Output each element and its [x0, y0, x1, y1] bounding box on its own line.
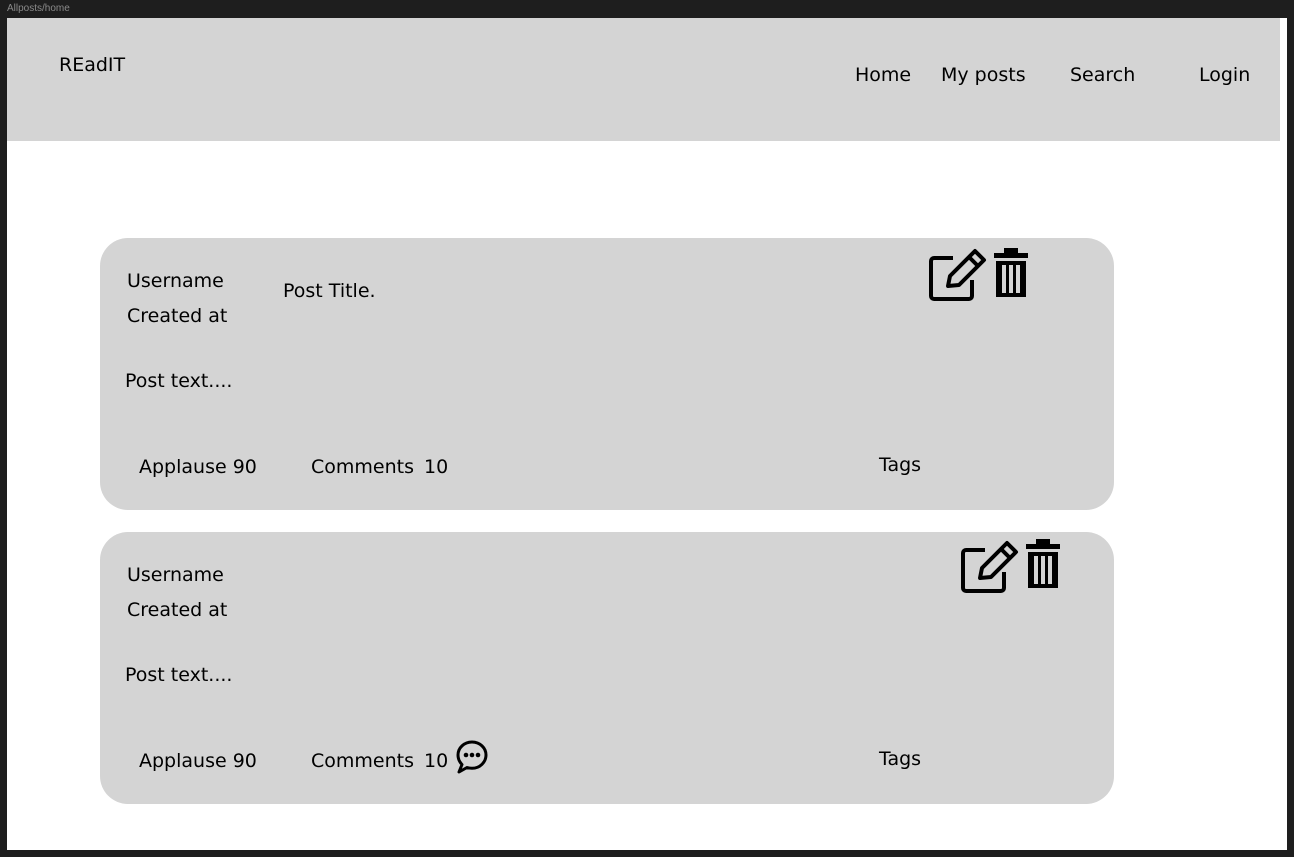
applause-count[interactable]: Applause 90 [139, 750, 257, 772]
trash-icon[interactable] [993, 248, 1029, 298]
comments-count: 10 [424, 456, 449, 478]
trash-icon[interactable] [1025, 539, 1061, 589]
edit-icon[interactable] [961, 540, 1019, 594]
post-text: Post text.... [125, 370, 233, 392]
comment-bubble-icon[interactable] [456, 740, 488, 774]
page: REadIT Home My posts Search Login Userna… [7, 18, 1287, 850]
tags-label[interactable]: Tags [879, 748, 921, 770]
frame-title: Allposts/home [7, 3, 70, 14]
comments-label[interactable]: Comments [311, 456, 414, 478]
comments-count: 10 [424, 750, 449, 772]
comments-label[interactable]: Comments [311, 750, 414, 772]
post-title[interactable]: Post Title. [283, 280, 376, 302]
nav-link-home[interactable]: Home [855, 64, 911, 86]
applause-count[interactable]: Applause 90 [139, 456, 257, 478]
post-username[interactable]: Username [127, 270, 224, 292]
post-created-at: Created at [127, 305, 228, 327]
navbar: REadIT Home My posts Search Login [7, 18, 1280, 141]
post-username[interactable]: Username [127, 564, 224, 586]
nav-link-login[interactable]: Login [1199, 64, 1250, 86]
tags-label[interactable]: Tags [879, 454, 921, 476]
brand-logo[interactable]: REadIT [59, 54, 125, 76]
post-card[interactable]: Username Created at Post text.... Applau… [100, 532, 1114, 804]
post-card[interactable]: Username Created at Post Title. Post tex… [100, 238, 1114, 510]
post-created-at: Created at [127, 599, 228, 621]
nav-link-my-posts[interactable]: My posts [941, 64, 1026, 86]
nav-link-search[interactable]: Search [1070, 64, 1135, 86]
post-text: Post text.... [125, 664, 233, 686]
edit-icon[interactable] [929, 248, 987, 302]
